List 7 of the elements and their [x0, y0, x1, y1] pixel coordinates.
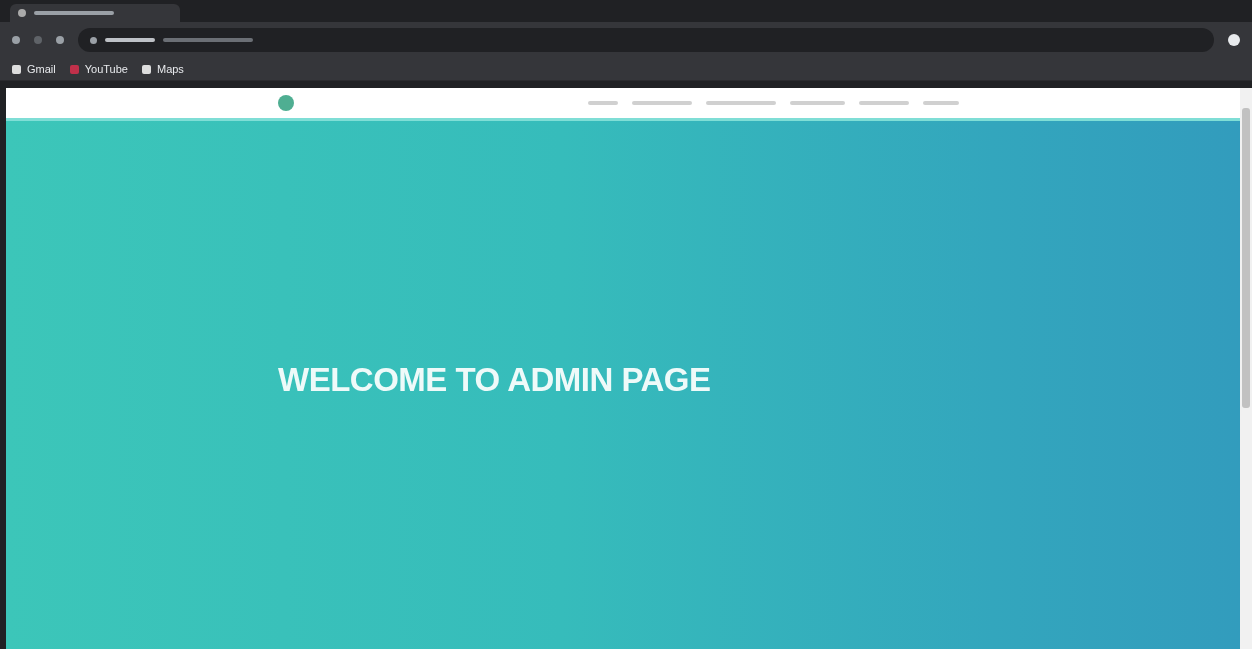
browser-tab[interactable] [10, 4, 180, 22]
bookmark-link[interactable]: YouTube [69, 63, 128, 75]
bookmark-link[interactable]: Gmail [12, 63, 56, 75]
hero-title: WELCOME TO ADMIN PAGE [278, 361, 711, 399]
logo-icon[interactable] [278, 95, 294, 111]
bookmark-link[interactable]: Maps [141, 63, 184, 75]
address-bar[interactable] [78, 28, 1214, 52]
